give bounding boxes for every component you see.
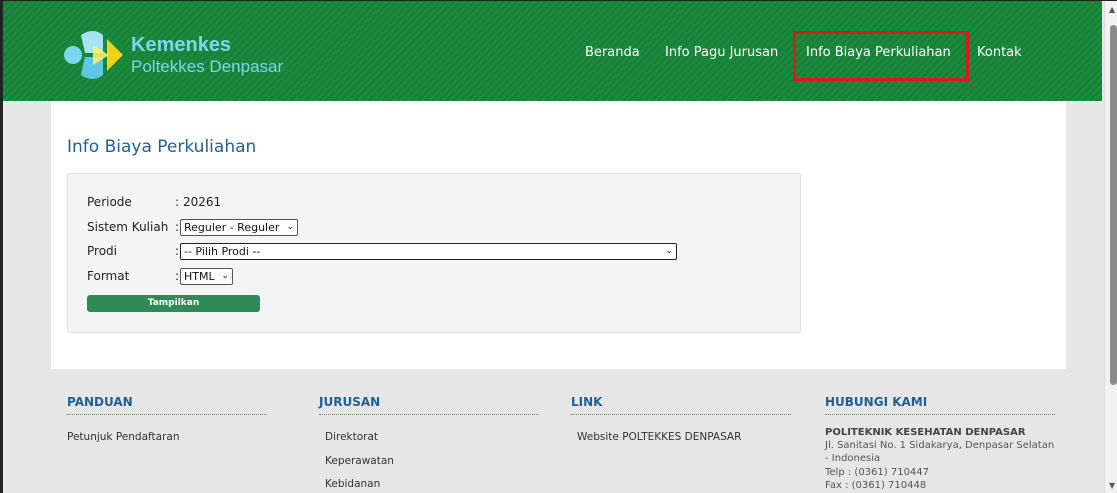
scroll-down-arrow-icon[interactable]: ▼ [1109, 481, 1115, 490]
brand-subtitle: Poltekkes Denpasar [131, 57, 284, 76]
prodi-label: Prodi [87, 244, 117, 258]
footer-heading-hubungi-kami: HUBUNGI KAMI [825, 395, 928, 409]
nav-info-pagu-jurusan[interactable]: Info Pagu Jurusan [665, 45, 778, 60]
contact-address-line1: Jl. Sanitasi No. 1 Sidakarya, Denpasar S… [825, 440, 1055, 451]
prodi-select[interactable]: -- Pilih Prodi -- ⌄ [180, 243, 677, 260]
footer-divider [67, 414, 267, 415]
footer-link-direktorat[interactable]: Direktorat [325, 431, 378, 443]
periode-label: Periode [87, 195, 132, 209]
scroll-up-arrow-icon[interactable]: ▲ [1109, 5, 1115, 14]
format-colon: : [175, 269, 180, 283]
sistem-kuliah-label: Sistem Kuliah [87, 220, 169, 234]
page-title: Info Biaya Perkuliahan [67, 137, 257, 157]
footer-heading-jurusan: JURUSAN [319, 395, 381, 409]
nav-highlight-box [793, 31, 969, 81]
contact-telp: Telp : (0361) 710447 [825, 467, 930, 478]
vertical-scrollbar[interactable]: ▲ ▼ [1104, 1, 1117, 493]
format-select[interactable]: HTML ⌄ [180, 268, 233, 285]
prodi-value: -- Pilih Prodi -- [184, 245, 261, 258]
periode-colon: : [175, 195, 180, 209]
tampilkan-button[interactable]: Tampilkan [87, 295, 260, 312]
footer-link-petunjuk-pendaftaran[interactable]: Petunjuk Pendaftaran [67, 431, 179, 443]
chevron-down-icon: ⌄ [665, 246, 673, 256]
nav-beranda[interactable]: Beranda [585, 45, 640, 60]
format-value: HTML [184, 270, 215, 283]
footer-heading-panduan: PANDUAN [67, 395, 133, 409]
prodi-colon: : [175, 244, 180, 258]
footer-divider [571, 414, 791, 415]
scrollbar-thumb[interactable] [1110, 25, 1117, 385]
footer-link-website-poltekkes[interactable]: Website POLTEKKES DENPASAR [577, 431, 741, 443]
footer-heading-link: LINK [571, 395, 603, 409]
brand-title: Kemenkes [131, 34, 232, 56]
nav-kontak[interactable]: Kontak [977, 45, 1022, 60]
footer-link-keperawatan[interactable]: Keperawatan [325, 455, 394, 467]
chevron-down-icon: ⌄ [221, 271, 229, 281]
sistem-kuliah-colon: : [175, 220, 180, 234]
sistem-kuliah-value: Reguler - Reguler [184, 221, 280, 234]
contact-address-line2: - Indonesia [825, 453, 881, 464]
contact-fax: Fax : (0361) 710448 [825, 480, 927, 491]
browser-frame: Kemenkes Poltekkes Denpasar Beranda Info… [0, 0, 1117, 493]
footer-link-kebidanan[interactable]: Kebidanan [325, 478, 380, 490]
chevron-down-icon: ⌄ [286, 222, 294, 232]
kemenkes-logo-icon[interactable] [63, 25, 127, 85]
footer-divider [825, 414, 1055, 415]
periode-value: 20261 [183, 195, 222, 209]
sistem-kuliah-select[interactable]: Reguler - Reguler ⌄ [180, 219, 298, 236]
footer-divider [319, 414, 539, 415]
format-label: Format [87, 269, 130, 283]
contact-org-name: POLITEKNIK KESEHATAN DENPASAR [825, 427, 1026, 438]
